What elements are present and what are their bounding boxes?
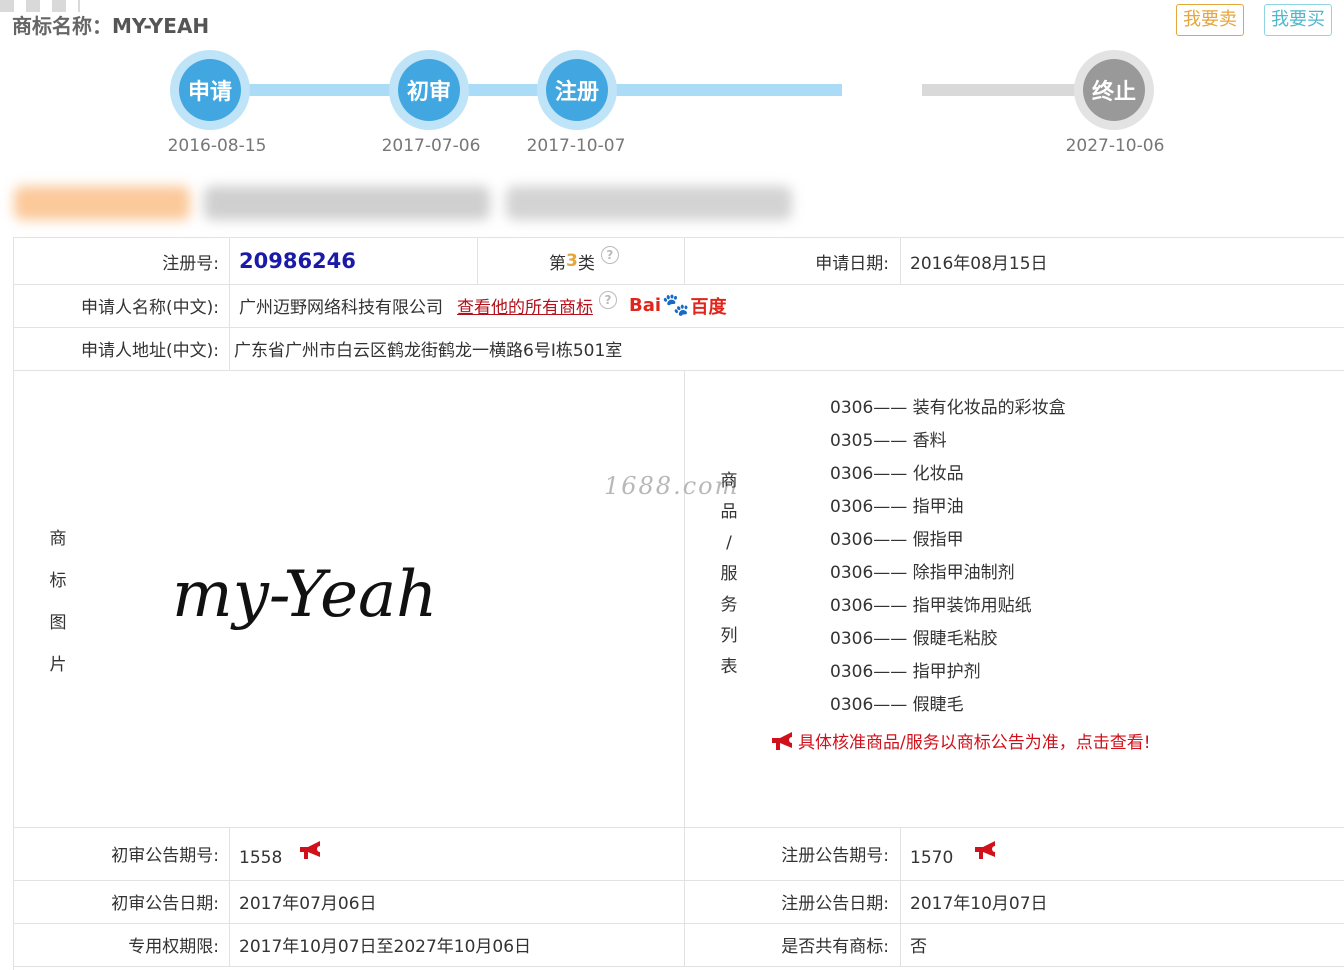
blurred-banner — [506, 186, 792, 220]
logo-text: my-Yeah — [172, 558, 437, 632]
reg-no-value: 20986246 — [239, 238, 356, 284]
goods-item: 0306—— 指甲油 — [830, 497, 964, 517]
buy-button[interactable]: 我要买 — [1264, 4, 1332, 36]
label-char: 图 — [49, 613, 67, 633]
reg-pub-no: 1570 — [910, 847, 954, 868]
timeline-node-register: 注册 — [537, 50, 617, 130]
reg-pub-no-label: 注册公告期号: — [781, 846, 889, 866]
trademark-info-table: 注册号: 20986246 第3类 ? 申请日期: 2016年08月15日 申请… — [13, 237, 1344, 967]
goods-item: 0306—— 指甲护剂 — [830, 662, 981, 682]
class-number: 3 — [566, 251, 578, 271]
label-char: 商 — [720, 471, 738, 491]
prelim-no: 1558 — [239, 847, 283, 868]
goods-item: 0306—— 除指甲油制剂 — [830, 563, 1015, 583]
title-prefix: 商标名称： — [12, 14, 112, 38]
baidu-paw-icon: 🐾 — [662, 293, 690, 318]
reg-pub-date-value: 2017年10月07日 — [910, 894, 1048, 914]
sell-button[interactable]: 我要卖 — [1176, 4, 1244, 36]
prelim-date-label: 初审公告日期: — [111, 894, 219, 914]
announcement-horn-icon[interactable] — [296, 840, 326, 860]
label-char: 标 — [49, 571, 67, 591]
label-char: 列 — [720, 626, 738, 646]
table-row: 初审公告期号: 1558 注册公告期号: 1570 — [13, 827, 1344, 881]
baidu-logo-text: 百度 — [690, 296, 727, 318]
goods-item: 0306—— 假指甲 — [830, 530, 964, 550]
reg-pub-no-value: 1570 — [910, 827, 1001, 880]
goods-notice-link[interactable]: 具体核准商品/服务以商标公告为准，点击查看! — [768, 728, 1151, 753]
address-label: 申请人地址(中文): — [81, 341, 219, 361]
trademark-logo-image: my-Yeah — [172, 558, 437, 632]
baidu-logo-text: Bai — [629, 295, 662, 316]
goods-item: 0306—— 化妆品 — [830, 464, 964, 484]
label-char: / — [726, 533, 732, 553]
table-row: 注册号: 20986246 第3类 ? 申请日期: 2016年08月15日 — [13, 238, 1344, 285]
label-char: 务 — [720, 595, 738, 615]
announcement-horn-icon[interactable] — [971, 840, 1001, 860]
shared-label: 是否共有商标: — [781, 937, 889, 957]
label-char: 服 — [720, 564, 738, 584]
class-prefix: 第 — [549, 253, 566, 274]
term-value: 2017年10月07日至2027年10月06日 — [239, 937, 532, 957]
timeline-date: 2017-07-06 — [381, 136, 481, 156]
label-char: 商 — [49, 529, 67, 549]
timeline-progress-line — [210, 84, 842, 96]
label-char: 片 — [49, 655, 67, 675]
timeline-node-prelim: 初审 — [389, 50, 469, 130]
prelim-date-value: 2017年07月06日 — [239, 894, 377, 914]
label-char: 表 — [720, 657, 738, 677]
goods-notice-text: 具体核准商品/服务以商标公告为准，点击查看! — [798, 733, 1151, 753]
timeline-node-end: 终止 — [1074, 50, 1154, 130]
table-row: 申请人名称(中文): 广州迈野网络科技有限公司 查看他的所有商标 ? Bai 🐾 百… — [13, 284, 1344, 328]
timeline-node-label: 申请 — [179, 59, 241, 121]
applicant-cell: 广州迈野网络科技有限公司 查看他的所有商标 ? Bai 🐾 百度 — [239, 284, 726, 327]
image-section-label: 商 标 图 片 — [48, 518, 68, 686]
table-row: 初审公告日期: 2017年07月06日 注册公告日期: 2017年10月07日 — [13, 880, 1344, 924]
timeline-date: 2017-10-07 — [526, 136, 626, 156]
applicant-name: 广州迈野网络科技有限公司 — [239, 298, 443, 318]
reg-no-label: 注册号: — [162, 253, 219, 274]
blurred-banner — [14, 186, 190, 220]
timeline-date: 2016-08-15 — [167, 136, 267, 156]
timeline-date: 2027-10-06 — [1065, 136, 1165, 156]
prelim-no-label: 初审公告期号: — [111, 846, 219, 866]
page-title: 商标名称：MY-YEAH — [12, 10, 209, 39]
view-all-trademarks-link[interactable]: 查看他的所有商标 — [457, 293, 593, 318]
timeline-node-label: 初审 — [398, 59, 460, 121]
shared-value: 否 — [910, 937, 927, 957]
goods-item: 0306—— 装有化妆品的彩妆盒 — [830, 398, 1066, 418]
term-label: 专用权期限: — [128, 937, 219, 957]
timeline-node-label: 注册 — [546, 59, 608, 121]
address-value: 广东省广州市白云区鹤龙街鹤龙一横路6号I栋501室 — [234, 341, 623, 361]
goods-section-label: 商 品 / 服 务 列 表 — [719, 466, 739, 683]
timeline-node-label: 终止 — [1083, 59, 1145, 121]
trademark-name: MY-YEAH — [112, 14, 210, 38]
reg-pub-date-label: 注册公告日期: — [781, 894, 889, 914]
apply-date-value: 2016年08月15日 — [910, 253, 1048, 274]
baidu-search-link[interactable]: Bai 🐾 百度 — [629, 293, 726, 319]
table-row: 申请人地址(中文): 广东省广州市白云区鹤龙街鹤龙一横路6号I栋501室 — [13, 327, 1344, 371]
reg-no: 20986246 — [239, 249, 356, 273]
table-row: 专用权期限: 2017年10月07日至2027年10月06日 是否共有商标: 否 — [13, 923, 1344, 967]
prelim-no-value: 1558 — [239, 827, 326, 880]
help-icon[interactable]: ? — [599, 290, 617, 309]
goods-item: 0305—— 香料 — [830, 431, 947, 451]
goods-item: 0306—— 假睫毛 — [830, 695, 964, 715]
announcement-horn-icon — [772, 731, 795, 750]
table-left-border — [13, 237, 14, 970]
class-suffix: 类 — [577, 253, 595, 274]
label-char: 品 — [720, 502, 738, 522]
goods-item: 0306—— 指甲装饰用贴纸 — [830, 596, 1032, 616]
goods-list: 0306—— 装有化妆品的彩妆盒 0305—— 香料 0306—— 化妆品 03… — [830, 392, 1066, 722]
timeline-node-apply: 申请 — [170, 50, 250, 130]
apply-date-label: 申请日期: — [815, 253, 889, 274]
class-value: 第3类 ? — [549, 238, 619, 284]
applicant-label: 申请人名称(中文): — [81, 298, 219, 318]
blurred-banner — [204, 186, 490, 220]
help-icon[interactable]: ? — [600, 246, 619, 264]
goods-item: 0306—— 假睫毛粘胶 — [830, 629, 998, 649]
